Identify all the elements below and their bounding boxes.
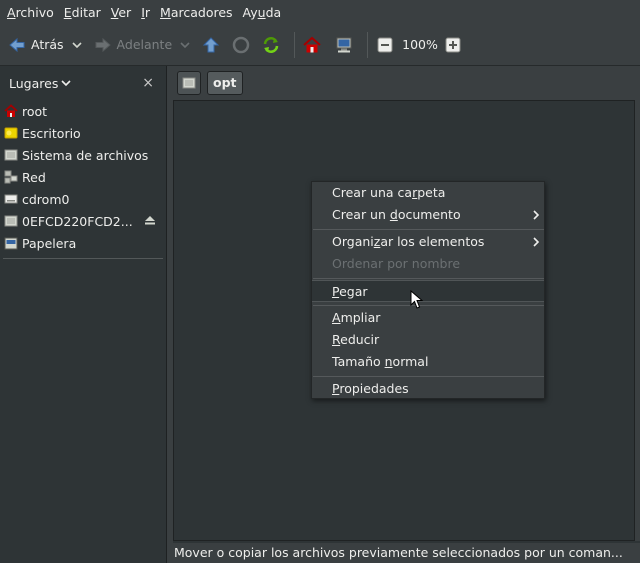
- home-icon: [303, 36, 321, 52]
- sidebar-item-escritorio[interactable]: Escritorio: [0, 122, 166, 144]
- back-arrow-icon: [9, 37, 25, 52]
- sidebar-header: Lugares ×: [0, 66, 166, 100]
- path-opt-button[interactable]: opt: [207, 71, 243, 95]
- menu-item-ampliar[interactable]: Ampliar: [312, 307, 544, 329]
- home-button[interactable]: [303, 31, 321, 59]
- toolbar: Atrás Adelante 100%: [0, 24, 640, 66]
- sidebar-item-label: 0EFCD220FCD2...: [22, 213, 133, 229]
- sidebar-item-label: Papelera: [22, 235, 77, 251]
- zoom-in-icon: [445, 37, 461, 52]
- forward-label: Adelante: [116, 37, 173, 52]
- menu-editar[interactable]: Editar: [59, 5, 106, 20]
- status-bar: Mover o copiar los archivos previamente …: [167, 543, 640, 563]
- reload-button[interactable]: [262, 31, 280, 59]
- stop-icon: [232, 36, 250, 53]
- computer-button[interactable]: [335, 31, 353, 59]
- menu-item-pegar[interactable]: Pegar: [312, 280, 544, 302]
- drive-icon: [4, 149, 18, 161]
- menu-separator: [313, 305, 544, 306]
- home-icon: [4, 104, 18, 117]
- drive-icon: [182, 77, 196, 89]
- sidebar-item-label: Escritorio: [22, 125, 81, 141]
- back-button[interactable]: Atrás: [8, 31, 88, 59]
- menu-ver[interactable]: Ver: [106, 5, 136, 20]
- up-arrow-icon: [202, 36, 220, 52]
- zoom-level: 100%: [402, 37, 438, 52]
- cdrom-icon: [4, 194, 18, 204]
- sidebar-item-label: Sistema de archivos: [22, 147, 149, 163]
- location-bar: opt: [173, 66, 640, 100]
- menu-item-crear-documento[interactable]: Crear un documento: [312, 204, 544, 226]
- sidebar-item-cdrom0[interactable]: cdrom0: [0, 188, 166, 210]
- desktop-icon: [4, 127, 18, 139]
- eject-icon[interactable]: [144, 215, 156, 225]
- sidebar-title[interactable]: Lugares: [9, 76, 58, 91]
- mouse-cursor-icon: [410, 290, 424, 309]
- chevron-right-icon: [533, 237, 540, 247]
- close-icon[interactable]: ×: [142, 75, 154, 91]
- menu-separator: [313, 376, 544, 377]
- chevron-down-icon[interactable]: [71, 40, 82, 50]
- menu-item-ordenar: Ordenar por nombre: [332, 256, 461, 271]
- reload-icon: [263, 36, 279, 53]
- sidebar-item-label: cdrom0: [22, 191, 70, 207]
- sidebar: Lugares × root Escritorio Sistema de arc…: [0, 66, 167, 563]
- menubar: Archivo Editar Ver Ir Marcadores Ayuda: [0, 0, 640, 24]
- sidebar-item-label: root: [22, 103, 48, 119]
- zoom-out-button[interactable]: [376, 31, 394, 59]
- menu-item-propiedades[interactable]: Propiedades: [312, 378, 544, 400]
- context-menu: Crear una carpeta Crear un documento Org…: [311, 181, 545, 399]
- menu-marcadores[interactable]: Marcadores: [155, 5, 238, 20]
- menu-item-reducir[interactable]: Reducir: [312, 329, 544, 351]
- network-icon: [4, 170, 18, 184]
- chevron-down-icon[interactable]: [61, 78, 71, 88]
- menu-item-tamano-normal[interactable]: Tamaño normal: [312, 351, 544, 373]
- right-edge: [635, 100, 640, 541]
- forward-arrow-icon: [95, 37, 111, 52]
- path-root-button[interactable]: [177, 71, 201, 95]
- menu-ayuda[interactable]: Ayuda: [238, 5, 287, 20]
- menu-ir[interactable]: Ir: [136, 5, 155, 20]
- menu-item-organizar[interactable]: Organizar los elementos: [312, 231, 544, 253]
- toolbar-separator: [294, 31, 296, 58]
- zoom-in-button[interactable]: [444, 31, 462, 59]
- toolbar-separator: [367, 31, 369, 58]
- menu-separator: [313, 278, 544, 279]
- sidebar-separator: [3, 258, 163, 259]
- menu-archivo[interactable]: Archivo: [2, 5, 59, 20]
- menu-item-crear-carpeta[interactable]: Crear una carpeta: [312, 182, 544, 204]
- chevron-right-icon: [533, 210, 540, 220]
- trash-icon: [4, 237, 18, 250]
- chevron-down-icon[interactable]: [180, 40, 190, 50]
- menu-separator: [313, 229, 544, 230]
- back-label: Atrás: [31, 37, 64, 52]
- drive-icon: [4, 215, 18, 227]
- up-button[interactable]: [202, 31, 220, 59]
- forward-button[interactable]: Adelante: [94, 31, 197, 59]
- sidebar-item-volume[interactable]: 0EFCD220FCD2...: [0, 210, 166, 232]
- stop-button[interactable]: [232, 31, 250, 59]
- sidebar-item-sistema[interactable]: Sistema de archivos: [0, 144, 166, 166]
- computer-icon: [336, 37, 352, 52]
- zoom-out-icon: [377, 37, 393, 52]
- sidebar-item-label: Red: [22, 169, 46, 185]
- sidebar-item-root[interactable]: root: [0, 100, 166, 122]
- sidebar-item-papelera[interactable]: Papelera: [0, 232, 166, 254]
- sidebar-item-red[interactable]: Red: [0, 166, 166, 188]
